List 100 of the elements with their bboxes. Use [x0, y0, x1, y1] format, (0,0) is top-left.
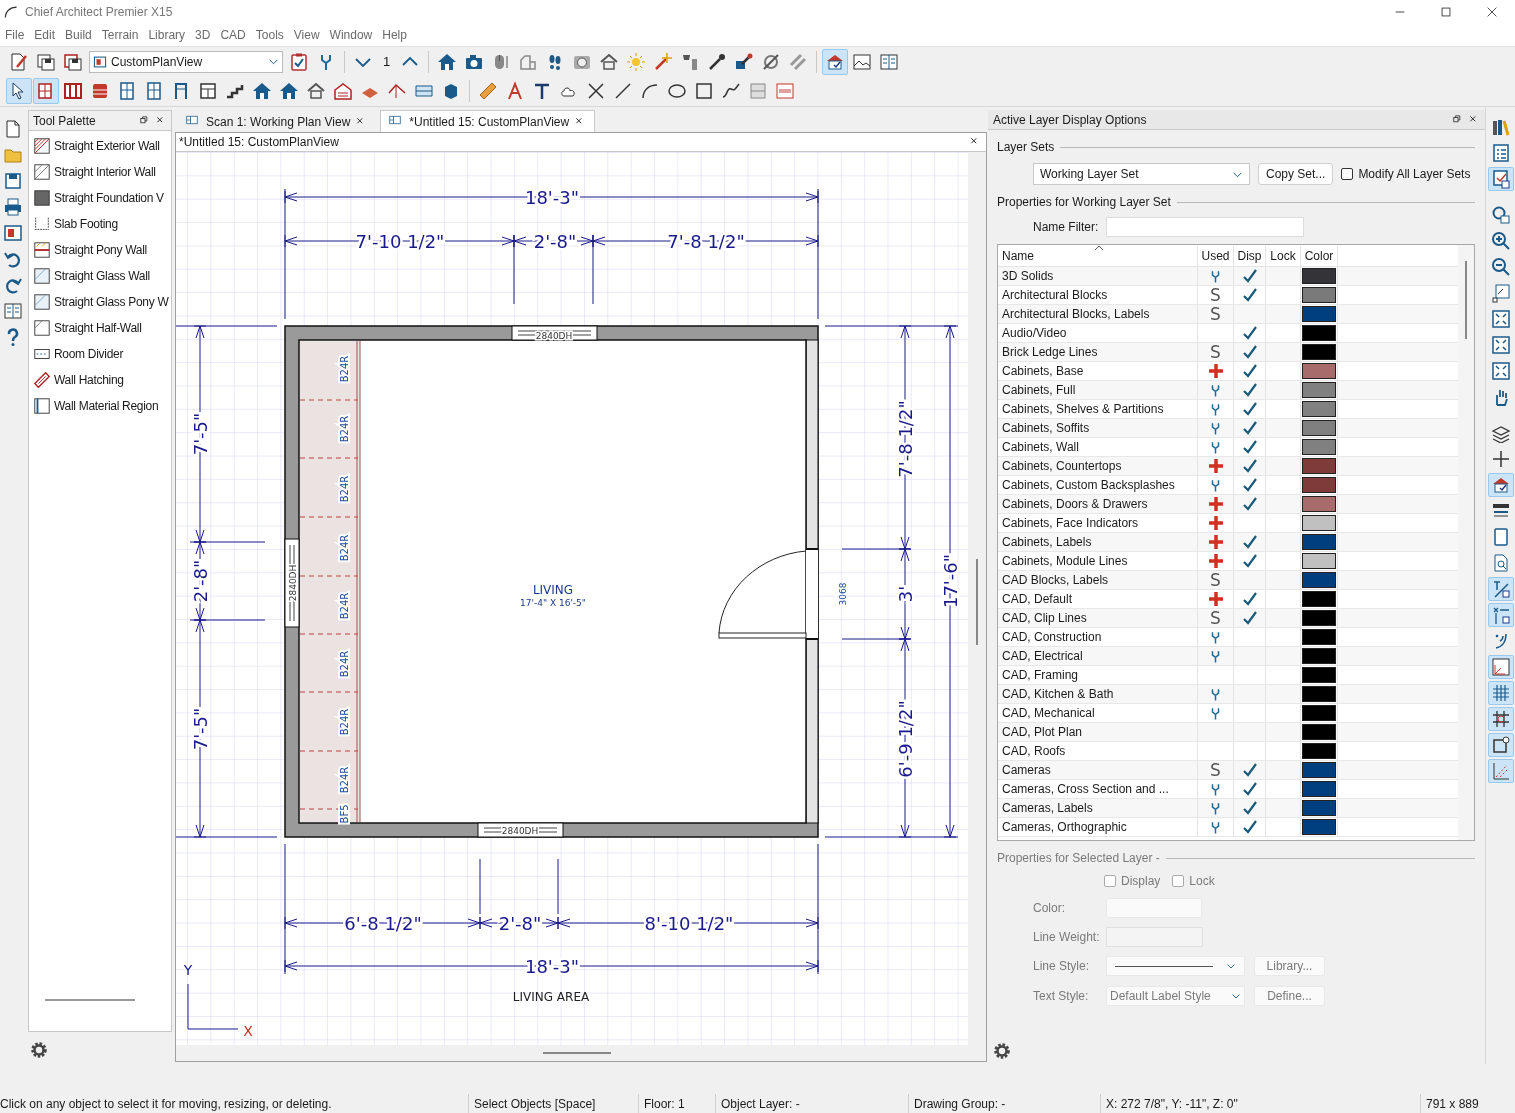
floor-number: 1: [382, 52, 392, 71]
dimension-label: 17'-6": [940, 553, 961, 609]
cabinet-label: B24R: [339, 592, 350, 620]
column-header[interactable]: Lock: [1266, 246, 1301, 266]
layer-name: CAD, Electrical: [998, 646, 1198, 666]
axis-label: X: [243, 1023, 253, 1039]
tool-palette-item[interactable]: Straight Half-Wall: [29, 315, 171, 341]
tool-palette-item[interactable]: Straight Interior Wall: [29, 159, 171, 185]
field-label: Line Weight:: [1033, 929, 1098, 946]
tool-label: Straight Interior Wall: [54, 164, 156, 181]
dimension-label: 7'-10 1/2": [355, 231, 445, 252]
dimension-label: 6'-9 1/2": [895, 700, 916, 778]
tool-palette-item[interactable]: Straight Exterior Wall: [29, 133, 171, 159]
layer-name: Cabinets, Custom Backsplashes: [998, 475, 1198, 495]
status-text: X: 272 7/8", Y: -11", Z: 0": [1106, 1095, 1238, 1113]
tool-label: Straight Pony Wall: [54, 242, 147, 259]
text-style-dropdown[interactable]: Default Label Style: [1106, 986, 1245, 1006]
column-header[interactable]: Used: [1198, 246, 1234, 266]
layer-name: Cabinets, Wall: [998, 437, 1198, 457]
layer-name: CAD, Mechanical: [998, 703, 1198, 723]
layer-name: Cabinets, Labels: [998, 532, 1198, 552]
layer-name: CAD, Kitchen & Bath: [998, 684, 1198, 704]
cabinet-label: B24R: [339, 355, 350, 383]
dimension-label: 6'-8 1/2": [344, 913, 422, 934]
group-label: Layer Sets: [997, 139, 1055, 156]
tool-palette-item[interactable]: Straight Glass Wall: [29, 263, 171, 289]
menu-item[interactable]: Edit: [29, 25, 61, 45]
tool-label: Straight Glass Pony W: [54, 294, 169, 311]
layer-name: Cabinets, Face Indicators: [998, 513, 1198, 533]
library-button[interactable]: Library...: [1254, 956, 1325, 976]
column-header[interactable]: Name: [998, 246, 1198, 266]
layer-name: Cameras, Labels: [998, 798, 1198, 818]
field-label: Color:: [1033, 900, 1066, 917]
menu-item[interactable]: CAD: [215, 25, 251, 45]
menu-item[interactable]: View: [288, 25, 325, 45]
menu-item[interactable]: Library: [143, 25, 191, 45]
cabinet-label: B24R: [339, 650, 350, 678]
tool-label: Wall Hatching: [54, 372, 124, 389]
menu-item[interactable]: Tools: [250, 25, 289, 45]
view-name: CustomPlanView: [111, 53, 203, 71]
view-dropdown[interactable]: CustomPlanView: [89, 50, 283, 73]
panel-title: Tool Palette: [33, 112, 96, 130]
define-button[interactable]: Define...: [1254, 986, 1325, 1006]
tool-label: Straight Exterior Wall: [54, 138, 160, 155]
copy-set-button[interactable]: Copy Set...: [1258, 163, 1334, 185]
menu-item[interactable]: Build: [60, 25, 97, 45]
tool-palette-item[interactable]: Slab Footing: [29, 211, 171, 237]
window-title: Chief Architect Premier X15: [25, 4, 173, 21]
menu-item[interactable]: 3D: [190, 25, 216, 45]
layer-name: Brick Ledge Lines: [998, 342, 1198, 362]
tool-palette-item[interactable]: Straight Foundation V: [29, 185, 171, 211]
tool-palette-item[interactable]: Wall Material Region: [29, 393, 171, 419]
layer-name: CAD, Default: [998, 589, 1198, 609]
dimension-label: 18'-3": [524, 956, 580, 977]
menu-item[interactable]: Help: [377, 25, 412, 45]
dimension-label: 7'-5": [190, 707, 211, 751]
column-header[interactable]: Color: [1301, 246, 1338, 266]
tool-label: Slab Footing: [54, 216, 118, 233]
menu-item[interactable]: File: [0, 25, 30, 45]
tool-label: Room Divider: [54, 346, 124, 363]
tool-palette-item[interactable]: Room Divider: [29, 341, 171, 367]
field-label: Text Style:: [1033, 988, 1090, 1005]
dimension-label: 7'-5": [190, 412, 211, 456]
room-name: LIVING: [532, 583, 574, 597]
menu-item[interactable]: Terrain: [96, 25, 144, 45]
layer-name: Cameras: [998, 760, 1198, 780]
layer-set-dropdown[interactable]: Working Layer Set: [1033, 163, 1250, 185]
status-text: Floor: 1: [644, 1095, 685, 1113]
cabinet-label: B24R: [339, 475, 350, 503]
checkbox-label: Modify All Layer Sets: [1358, 166, 1471, 183]
window-label: 2840DH: [535, 331, 573, 341]
axis-label: Y: [183, 962, 193, 978]
cabinet-label: B24R: [339, 766, 350, 794]
field-label: Name Filter:: [1033, 219, 1099, 236]
status-text: 791 x 889: [1426, 1095, 1479, 1113]
layer-name: CAD, Framing: [998, 665, 1198, 685]
menu-item[interactable]: Window: [324, 25, 378, 45]
status-text: Drawing Group: -: [914, 1095, 1006, 1113]
layer-name: Architectural Blocks: [998, 285, 1198, 305]
tool-palette-item[interactable]: Straight Glass Pony W: [29, 289, 171, 315]
dimension-label: 8'-10 1/2": [644, 913, 734, 934]
window-label: 2840DH: [501, 826, 539, 836]
column-header[interactable]: Disp: [1234, 246, 1266, 266]
layer-name: Cabinets, Soffits: [998, 418, 1198, 438]
layer-name: Cabinets, Shelves & Partitions: [998, 399, 1198, 419]
cabinet-label: B24R: [339, 415, 350, 443]
layer-name: Architectural Blocks, Labels: [998, 304, 1198, 324]
tool-palette-item[interactable]: Wall Hatching: [29, 367, 171, 393]
checkbox-label: Lock: [1189, 873, 1215, 890]
layer-name: 3D Solids: [998, 266, 1198, 286]
tool-palette-item[interactable]: Straight Pony Wall: [29, 237, 171, 263]
cabinet-label: B24R: [339, 534, 350, 562]
dimension-label: 18'-3": [524, 187, 580, 208]
dimension-label: 2'-8": [190, 559, 211, 603]
group-label: Properties for Selected Layer -: [997, 850, 1160, 867]
document-tab[interactable]: *Untitled 15: CustomPlanView: [380, 110, 596, 132]
status-text: Select Objects [Space]: [474, 1095, 596, 1113]
dimension-label: 3': [895, 585, 916, 603]
layer-name: Cabinets, Doors & Drawers: [998, 494, 1198, 514]
document-title: *Untitled 15: CustomPlanView: [179, 134, 339, 151]
